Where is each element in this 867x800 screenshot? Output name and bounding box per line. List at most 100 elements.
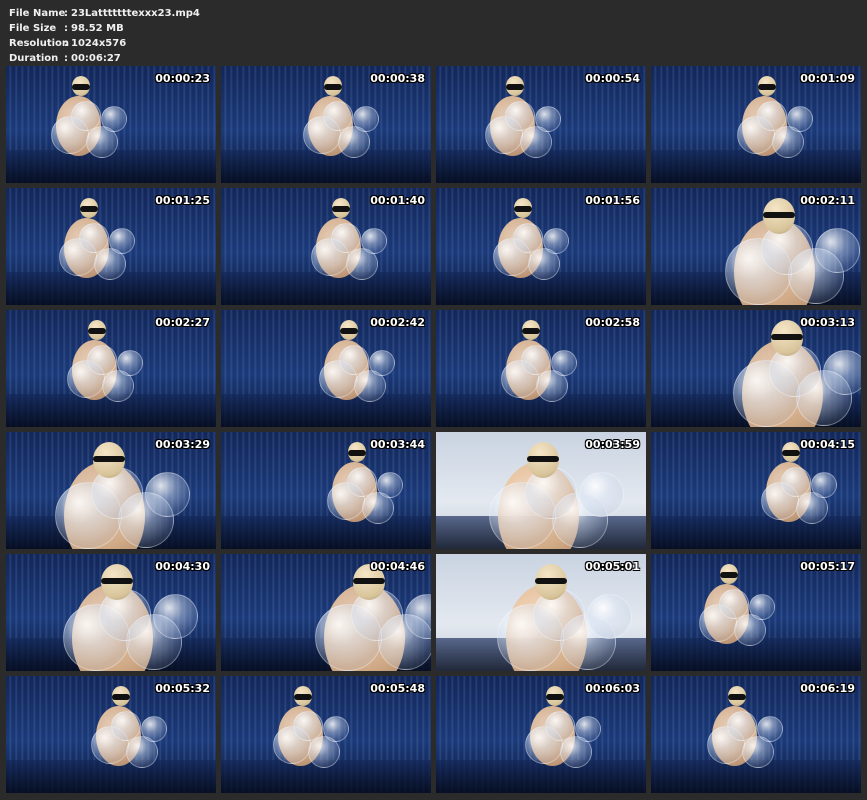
video-thumbnail[interactable]: 00:05:48 <box>221 676 431 793</box>
balloon-shape <box>787 106 813 132</box>
file-size-label: File Size <box>9 23 57 34</box>
goggles-shape <box>100 578 134 585</box>
resolution-label: Resolution <box>9 38 70 49</box>
file-name-value: 23Latttttttexxx23.mp4 <box>71 8 200 19</box>
goggles-shape <box>546 694 564 700</box>
balloon-shape <box>781 467 811 497</box>
video-thumbnail[interactable]: 00:01:09 <box>651 66 861 183</box>
video-thumbnail[interactable]: 00:05:17 <box>651 554 861 671</box>
video-thumbnail[interactable]: 00:06:19 <box>651 676 861 793</box>
balloon-shape <box>141 716 167 742</box>
thumbnail-timestamp: 00:05:48 <box>370 682 425 695</box>
duration-label: Duration <box>9 53 59 64</box>
balloon-shape <box>323 716 349 742</box>
thumbnail-timestamp: 00:05:17 <box>800 560 855 573</box>
thumbnail-timestamp: 00:04:30 <box>155 560 210 573</box>
video-thumbnail[interactable]: 00:00:23 <box>6 66 216 183</box>
goggles-shape <box>522 328 540 334</box>
file-info-panel: File Name : 23Latttttttexxx23.mp4 File S… <box>9 6 200 66</box>
balloon-shape <box>719 589 749 619</box>
thumbnail-timestamp: 00:03:59 <box>585 438 640 451</box>
video-thumbnail[interactable]: 00:01:56 <box>436 188 646 305</box>
balloon-shape <box>521 345 551 375</box>
goggles-shape <box>758 84 776 90</box>
file-name-label: File Name <box>9 8 66 19</box>
video-thumbnail[interactable]: 00:04:15 <box>651 432 861 549</box>
video-thumbnail[interactable]: 00:05:32 <box>6 676 216 793</box>
video-thumbnail[interactable]: 00:03:29 <box>6 432 216 549</box>
thumbnail-timestamp: 00:02:58 <box>585 316 640 329</box>
video-thumbnail[interactable]: 00:03:44 <box>221 432 431 549</box>
goggles-shape <box>770 334 804 341</box>
thumbnail-floor <box>221 516 431 549</box>
balloon-shape <box>153 594 199 640</box>
goggles-shape <box>112 694 130 700</box>
thumbnail-floor <box>6 760 216 793</box>
goggles-shape <box>348 450 366 456</box>
balloon-shape <box>579 472 625 518</box>
separator: : <box>64 8 68 19</box>
separator: : <box>64 53 68 64</box>
thumbnail-timestamp: 00:00:54 <box>585 72 640 85</box>
balloon-shape <box>757 101 787 131</box>
balloon-shape <box>79 223 109 253</box>
file-name-row: File Name : 23Latttttttexxx23.mp4 <box>9 6 200 21</box>
balloon-shape <box>353 106 379 132</box>
thumbnail-timestamp: 00:02:42 <box>370 316 425 329</box>
balloon-shape <box>111 711 141 741</box>
thumbnail-timestamp: 00:01:09 <box>800 72 855 85</box>
balloon-shape <box>361 228 387 254</box>
video-thumbnail[interactable]: 00:04:30 <box>6 554 216 671</box>
file-size-value: 98.52 MB <box>71 23 124 34</box>
video-thumbnail[interactable]: 00:02:42 <box>221 310 431 427</box>
thumbnail-timestamp: 00:00:23 <box>155 72 210 85</box>
goggles-shape <box>72 84 90 90</box>
resolution-row: Resolution : 1024x576 <box>9 36 200 51</box>
video-thumbnail[interactable]: 00:00:54 <box>436 66 646 183</box>
thumbnail-timestamp: 00:03:13 <box>800 316 855 329</box>
goggles-shape <box>80 206 98 212</box>
balloon-shape <box>575 716 601 742</box>
balloon-shape <box>377 472 403 498</box>
duration-row: Duration : 00:06:27 <box>9 51 200 66</box>
balloon-shape <box>293 711 323 741</box>
video-thumbnail[interactable]: 00:00:38 <box>221 66 431 183</box>
thumbnail-timestamp: 00:04:46 <box>370 560 425 573</box>
goggles-shape <box>534 578 568 585</box>
video-thumbnail[interactable]: 00:02:11 <box>651 188 861 305</box>
video-thumbnail[interactable]: 00:06:03 <box>436 676 646 793</box>
balloon-shape <box>145 472 191 518</box>
video-thumbnail[interactable]: 00:01:40 <box>221 188 431 305</box>
thumbnail-floor <box>436 760 646 793</box>
balloon-shape <box>811 472 837 498</box>
separator: : <box>64 23 68 34</box>
balloon-shape <box>513 223 543 253</box>
video-thumbnail[interactable]: 00:02:58 <box>436 310 646 427</box>
thumbnail-timestamp: 00:00:38 <box>370 72 425 85</box>
balloon-shape <box>339 345 369 375</box>
goggles-shape <box>352 578 386 585</box>
goggles-shape <box>728 694 746 700</box>
video-thumbnail[interactable]: 00:02:27 <box>6 310 216 427</box>
thumbnail-timestamp: 00:02:27 <box>155 316 210 329</box>
thumbnail-timestamp: 00:06:19 <box>800 682 855 695</box>
video-thumbnail[interactable]: 00:04:46 <box>221 554 431 671</box>
goggles-shape <box>88 328 106 334</box>
thumbnail-timestamp: 00:05:32 <box>155 682 210 695</box>
video-thumbnail[interactable]: 00:05:01 <box>436 554 646 671</box>
thumbnail-timestamp: 00:04:15 <box>800 438 855 451</box>
thumbnail-floor <box>436 394 646 427</box>
balloon-shape <box>331 223 361 253</box>
balloon-shape <box>535 106 561 132</box>
duration-value: 00:06:27 <box>71 53 121 64</box>
video-thumbnail[interactable]: 00:03:13 <box>651 310 861 427</box>
balloon-shape <box>587 594 633 640</box>
video-thumbnail[interactable]: 00:03:59 <box>436 432 646 549</box>
goggles-shape <box>324 84 342 90</box>
file-size-row: File Size : 98.52 MB <box>9 21 200 36</box>
video-thumbnail[interactable]: 00:01:25 <box>6 188 216 305</box>
balloon-shape <box>347 467 377 497</box>
thumbnail-floor <box>651 516 861 549</box>
thumbnail-floor <box>651 150 861 183</box>
balloon-shape <box>823 350 861 396</box>
